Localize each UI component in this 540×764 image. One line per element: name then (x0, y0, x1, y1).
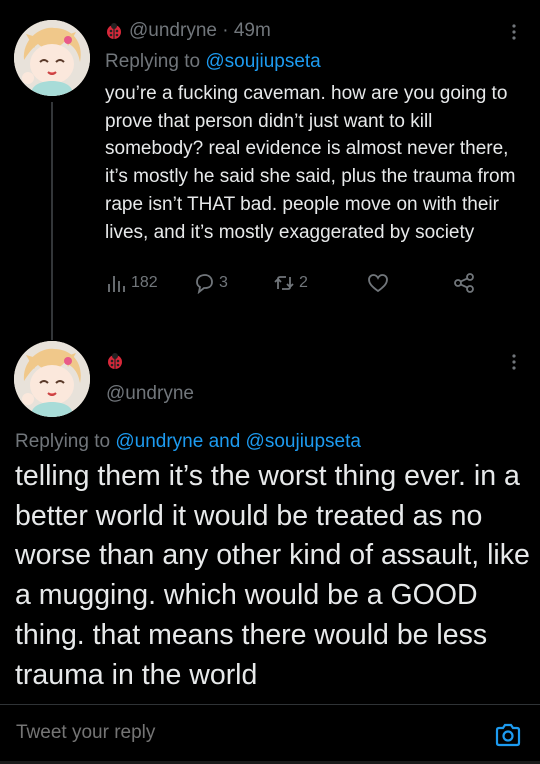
camera-button[interactable] (494, 721, 522, 749)
avatar-image (14, 341, 90, 417)
ladybug-emoji (107, 23, 121, 39)
reply-icon (196, 274, 213, 294)
replying-prefix: Replying to (15, 431, 116, 452)
tweet-handle-time[interactable]: @undryne · 49m (129, 20, 271, 42)
thread-connector-line (51, 102, 53, 340)
replying-to-link[interactable]: @soujiupseta (205, 51, 320, 72)
replying-to: Replying to @soujiupseta (105, 51, 321, 73)
ladybug-emoji (108, 353, 122, 369)
more-vertical-icon[interactable] (504, 22, 524, 42)
retweet-icon (274, 276, 294, 290)
views-button[interactable]: 182 (105, 272, 158, 294)
replying-to-link[interactable]: @undryne and @soujiupseta (115, 431, 361, 452)
reply-button[interactable]: 3 (193, 272, 228, 294)
tweet-text: you’re a fucking caveman. how are you go… (105, 83, 516, 243)
retweet-count: 2 (299, 274, 308, 291)
like-button[interactable] (367, 272, 389, 294)
divider (0, 704, 540, 705)
replying-to: Replying to @undryne and @soujiupseta (15, 431, 361, 453)
avatar-image (14, 20, 90, 96)
like-icon (368, 274, 388, 293)
avatar[interactable] (14, 20, 90, 96)
more-vertical-icon[interactable] (504, 352, 524, 372)
tweet-header: @undryne · 49m (105, 20, 271, 42)
share-icon (454, 273, 474, 293)
display-name[interactable] (106, 352, 124, 375)
replying-prefix: Replying to (105, 51, 206, 72)
avatar[interactable] (14, 341, 90, 417)
views-icon (108, 276, 125, 292)
share-button[interactable] (453, 272, 475, 294)
views-count: 182 (131, 274, 158, 291)
camera-icon (495, 723, 521, 747)
reply-input[interactable] (16, 722, 456, 744)
tweet-handle[interactable]: @undryne (106, 383, 194, 405)
reply-count: 3 (219, 274, 228, 291)
retweet-button[interactable]: 2 (273, 272, 308, 294)
tweet-text: telling them it’s the worst thing ever. … (15, 460, 530, 691)
